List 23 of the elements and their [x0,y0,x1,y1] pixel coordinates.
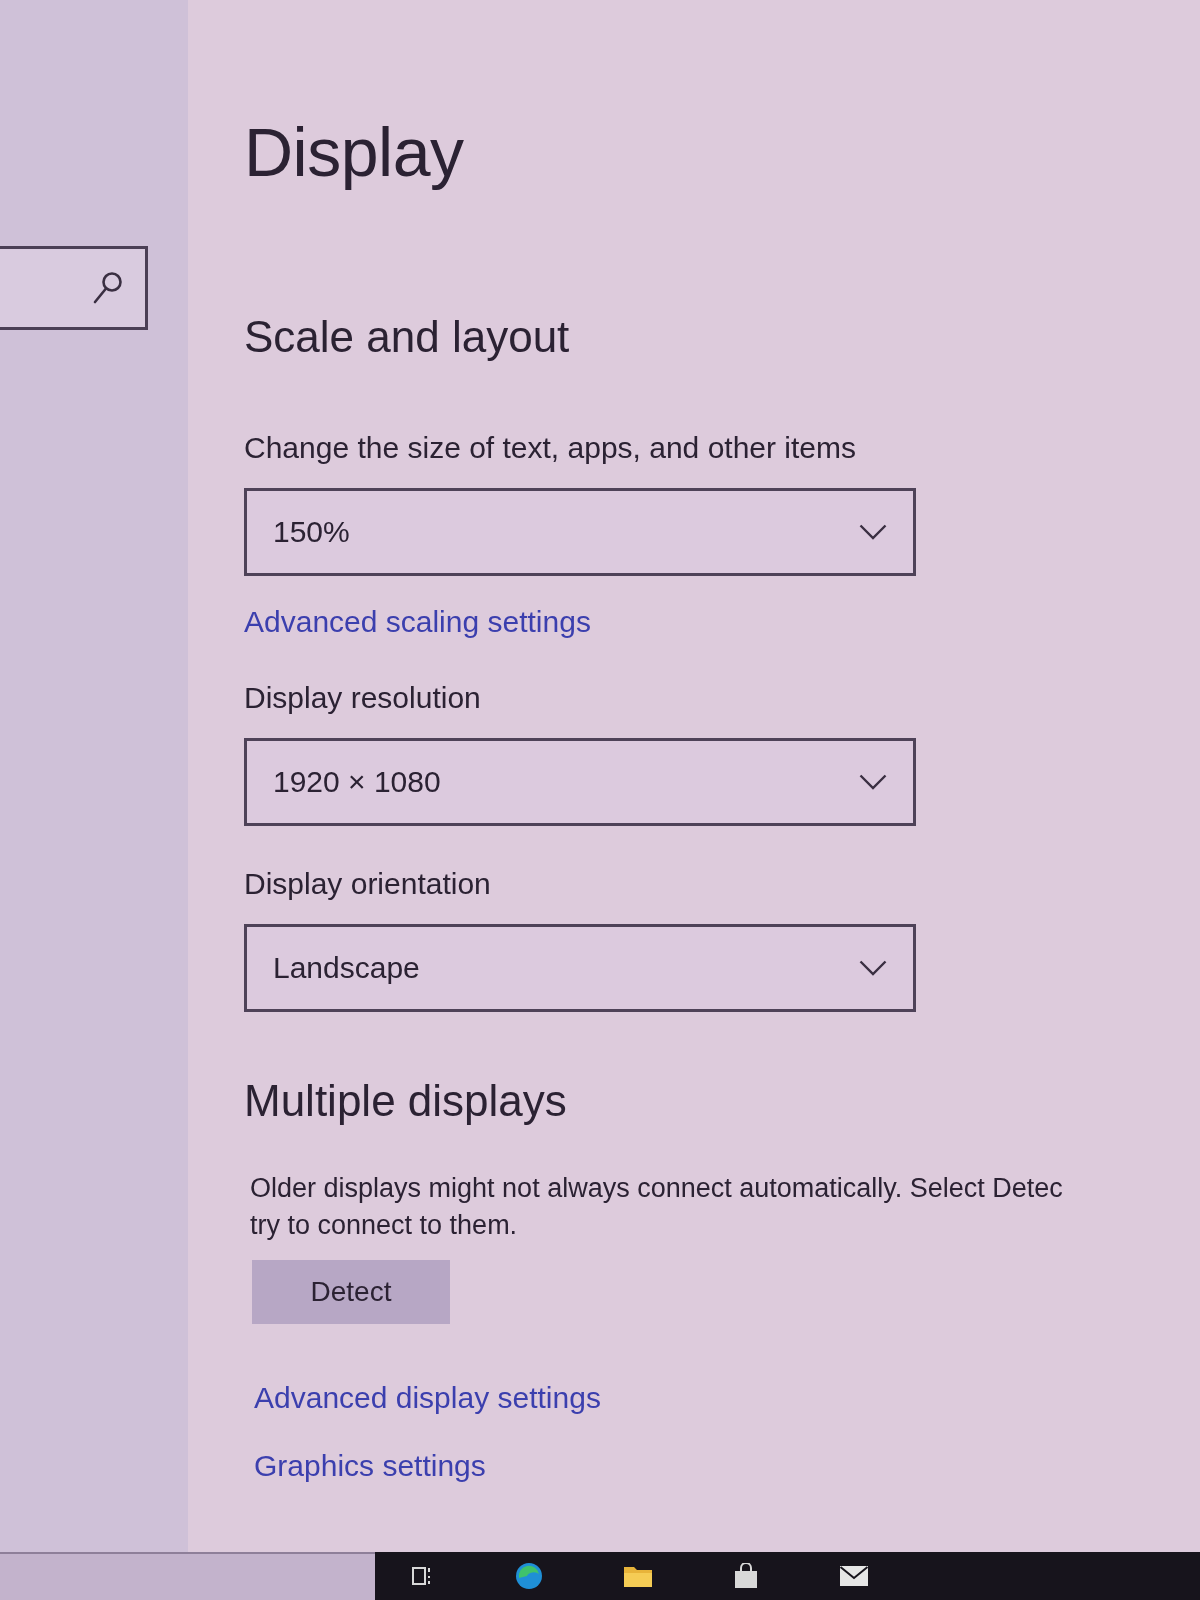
dropdown[interactable]: 150% [244,488,916,576]
settings-link[interactable]: Advanced display settings [254,1380,601,1416]
shopping-bag-icon[interactable] [733,1563,759,1589]
settings-link[interactable]: Graphics settings [254,1448,486,1484]
search-icon [93,271,123,305]
field-label: Display resolution [244,680,481,716]
envelope-icon[interactable] [839,1565,869,1587]
section-heading: Scale and layout [244,311,570,363]
detect-button[interactable]: Detect [252,1260,450,1324]
chevron-down-icon [859,960,887,976]
search-field[interactable] [0,246,148,330]
page-title: Display [244,113,464,192]
field-label: Change the size of text, apps, and other items [244,430,857,466]
description-text: Older displays might not always connect automatically. Select Detec try to connect to them. [250,1172,1063,1242]
browser-icon[interactable] [515,1562,543,1590]
dropdown[interactable]: 1920 × 1080 [244,738,916,826]
section-heading: Multiple displays [244,1075,567,1127]
field-label: Display orientation [244,866,491,902]
settings-link[interactable]: Advanced scaling settings [244,604,591,640]
chevron-down-icon [859,524,887,540]
chevron-down-icon [859,774,887,790]
folder-icon[interactable] [623,1564,653,1588]
dropdown[interactable]: Landscape [244,924,916,1012]
